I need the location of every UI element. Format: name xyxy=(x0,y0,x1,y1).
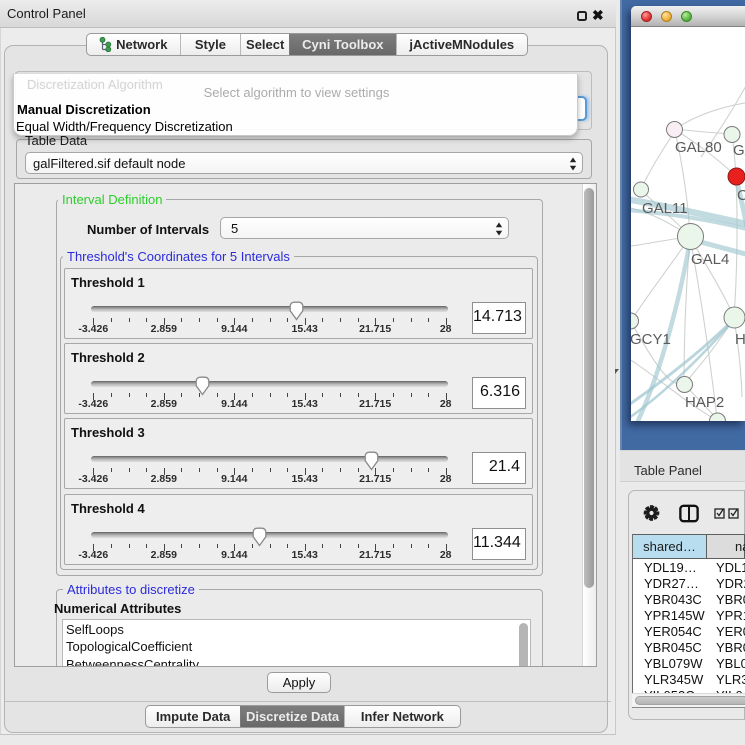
svg-text:GA: GA xyxy=(733,142,745,159)
svg-text:HA: HA xyxy=(735,331,745,348)
svg-text:GAL80: GAL80 xyxy=(675,139,722,156)
svg-text:GAL4: GAL4 xyxy=(691,251,729,268)
svg-text:CA: CA xyxy=(737,187,745,204)
svg-text:GAL11: GAL11 xyxy=(642,200,688,217)
svg-text:GCY1: GCY1 xyxy=(631,331,671,348)
svg-text:HAP2: HAP2 xyxy=(685,394,724,411)
